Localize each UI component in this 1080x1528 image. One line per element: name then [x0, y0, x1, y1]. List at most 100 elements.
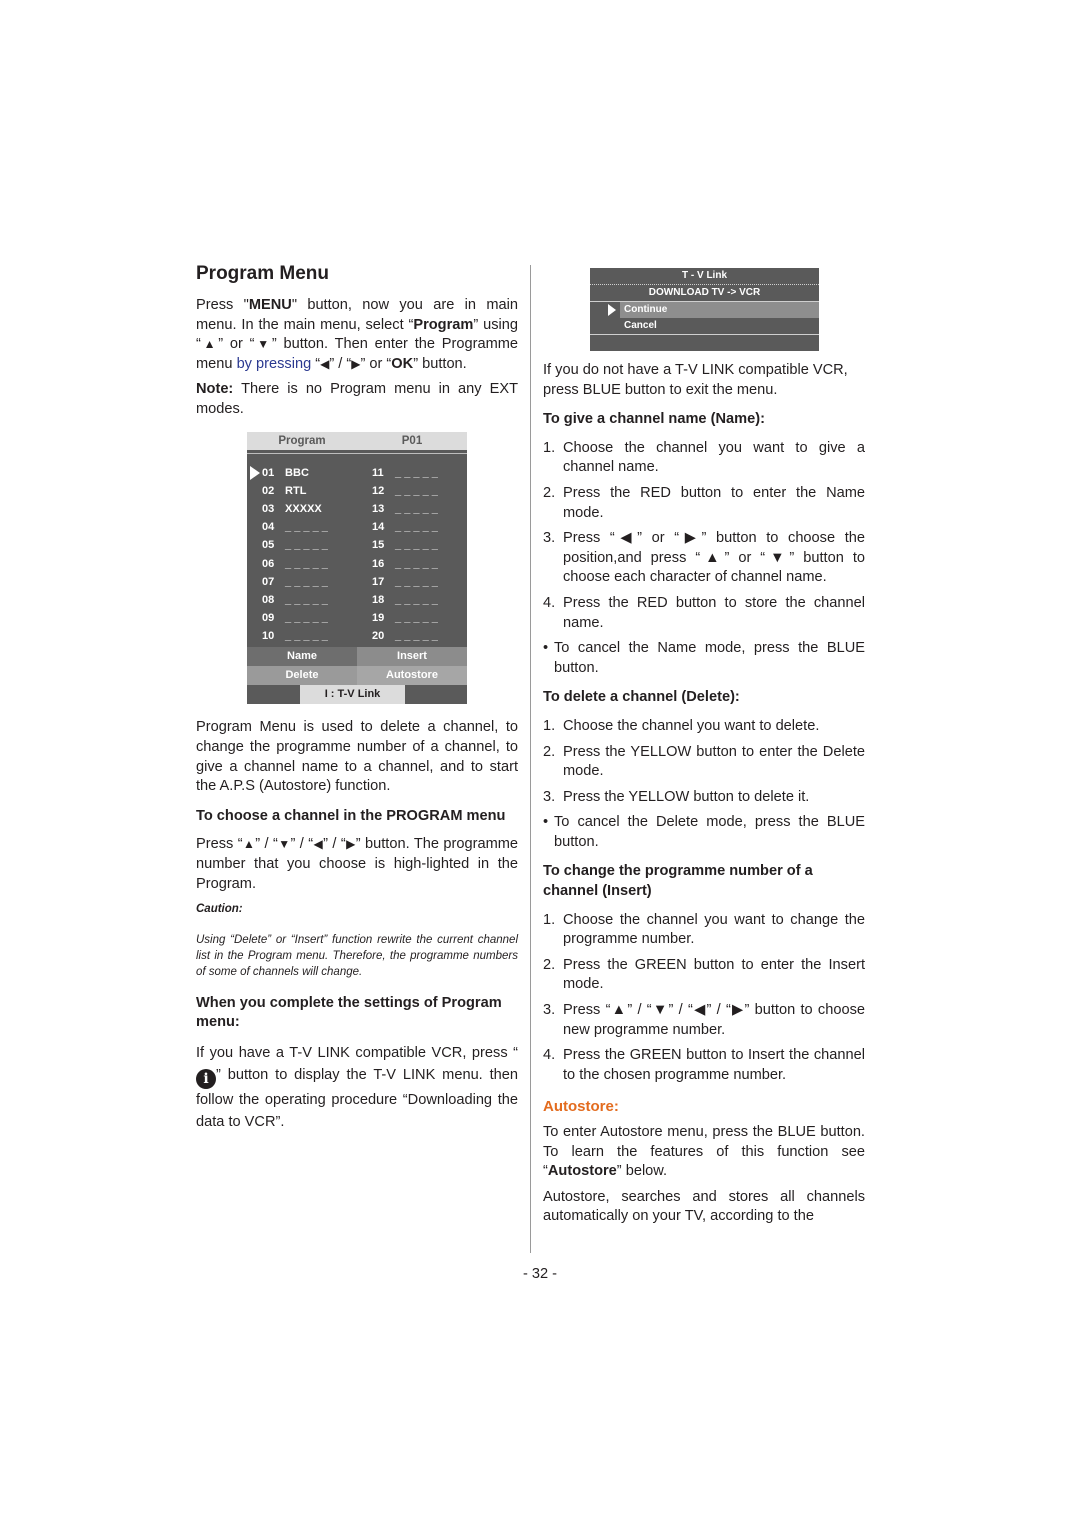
osd-channel-row[interactable]: 14 _ _ _ _ _: [357, 518, 467, 536]
osd-channel-row[interactable]: 20 _ _ _ _ _: [357, 627, 467, 645]
text: “: [311, 355, 321, 372]
caution-text: Using “Delete” or “Insert” function rewr…: [196, 933, 518, 978]
text: ” / “: [323, 836, 346, 853]
channel-number: 13: [372, 502, 385, 515]
text: ” or “: [360, 355, 392, 372]
osd-autostore-button[interactable]: Autostore: [357, 666, 467, 686]
page-number: - 32 -: [522, 1266, 558, 1282]
note-paragraph: Note: There is no Program menu in any EX…: [196, 380, 518, 419]
tv-link-subtitle: DOWNLOAD TV -> VCR: [590, 285, 819, 302]
channel-number: 17: [372, 575, 385, 588]
osd-channel-row[interactable]: 17 _ _ _ _ _: [357, 573, 467, 591]
note-text: There is no Program menu in any EXT mode…: [196, 381, 518, 417]
step-number: 2.: [543, 484, 556, 501]
step-item: 1. Choose the channel you want to give a …: [543, 439, 865, 478]
channel-number: 19: [372, 612, 385, 625]
osd-channel-row[interactable]: 12 _ _ _ _ _: [357, 482, 467, 500]
down-arrow-icon: ▼: [277, 837, 291, 852]
delete-steps-list: 1. Choose the channel you want to delete.…: [543, 717, 865, 807]
autostore-heading: Autostore:: [543, 1098, 619, 1116]
step-text: Choose the channel you want to change th…: [563, 911, 865, 948]
osd-delete-button[interactable]: Delete: [247, 666, 357, 686]
step-number: 3.: [543, 788, 556, 805]
choose-channel-paragraph: Press “▲” / “▼” / “◀” / “▶” button. The …: [196, 835, 518, 894]
note-label: Note:: [196, 381, 234, 398]
channel-name: _ _ _ _ _: [282, 539, 328, 552]
channel-name: _ _ _ _ _: [282, 630, 328, 643]
complete-settings-heading: When you complete the settings of Progra…: [196, 994, 502, 1031]
selection-cursor-icon: [250, 465, 260, 480]
osd-header: Program P01: [247, 431, 467, 450]
step-text: Press the YELLOW button to delete it.: [563, 788, 810, 805]
step-number: 2.: [543, 743, 556, 760]
channel-number: 04: [262, 521, 275, 534]
channel-name: _ _ _ _ _: [392, 466, 438, 479]
name-steps-list: 1. Choose the channel you want to give a …: [543, 439, 865, 633]
osd-footer: I : T-V Link: [247, 685, 467, 705]
step-text: Choose the channel you want to give a ch…: [563, 439, 865, 476]
program-menu-osd: Program P01 01 BBC 02 RTL 03 XXXXX 04 _ _ _…: [247, 431, 467, 705]
text: If you have a T-V LINK compatible VCR, p…: [196, 1044, 518, 1061]
step-text: Press the RED button to enter the Name m…: [563, 484, 865, 521]
caution-title: Caution:: [196, 903, 243, 916]
osd-channel-row[interactable]: 02 RTL: [247, 482, 357, 500]
autostore-bold: Autostore: [547, 1163, 617, 1180]
intro-paragraph: Press "MENU" button, now you are in main…: [196, 296, 518, 374]
right-arrow-icon: ▶: [345, 837, 356, 852]
down-arrow-icon: ▼: [254, 337, 272, 352]
step-text: Choose the channel you want to delete.: [563, 717, 820, 734]
tv-link-option-cancel[interactable]: Cancel: [590, 318, 819, 335]
program-label: Program: [413, 316, 474, 333]
osd-channel-row[interactable]: 07 _ _ _ _ _: [247, 573, 357, 591]
text: ” / “: [329, 355, 352, 372]
right-column: T - V Link DOWNLOAD TV -> VCR Continue C…: [543, 262, 865, 1233]
left-arrow-icon: ◀: [313, 837, 324, 852]
channel-name: XXXXX: [282, 502, 322, 515]
complete-settings-paragraph: If you have a T-V LINK compatible VCR, p…: [196, 1042, 518, 1133]
channel-number: 03: [262, 502, 275, 515]
up-arrow-icon: ▲: [242, 837, 256, 852]
osd-tv-link-hint: I : T-V Link: [300, 685, 405, 705]
text: ” or “: [218, 336, 255, 353]
step-text: Press “◀” or “▶” button to choose the po…: [563, 530, 865, 586]
osd-channel-row[interactable]: 10 _ _ _ _ _: [247, 627, 357, 645]
osd-channel-row[interactable]: 19 _ _ _ _ _: [357, 609, 467, 627]
channel-number: 01: [262, 466, 275, 479]
tv-link-option-continue[interactable]: Continue: [590, 302, 819, 318]
channel-name: RTL: [282, 484, 307, 497]
osd-channel-row[interactable]: 01 BBC: [247, 464, 357, 482]
osd-function-buttons: Name Insert Delete Autostore: [247, 647, 467, 686]
step-text: Press the GREEN button to Insert the cha…: [563, 1047, 865, 1083]
step-text: Press the GREEN button to enter the Inse…: [563, 956, 865, 993]
osd-channel-row[interactable]: 03 XXXXX: [247, 500, 357, 518]
osd-channel-row[interactable]: 05 _ _ _ _ _: [247, 536, 357, 554]
osd-channel-row[interactable]: 15 _ _ _ _ _: [357, 536, 467, 554]
osd-channel-row[interactable]: 06 _ _ _ _ _: [247, 555, 357, 573]
osd-channel-row[interactable]: 16 _ _ _ _ _: [357, 555, 467, 573]
channel-number: 18: [372, 593, 385, 606]
osd-insert-button[interactable]: Insert: [357, 647, 467, 667]
column-divider: [530, 265, 531, 1253]
osd-channel-row[interactable]: 13 _ _ _ _ _: [357, 500, 467, 518]
osd-channel-row[interactable]: 11 _ _ _ _ _: [357, 464, 467, 482]
channel-number: 10: [262, 630, 275, 643]
text: ” below.: [616, 1163, 668, 1180]
osd-channel-row[interactable]: 09 _ _ _ _ _: [247, 609, 357, 627]
name-heading: To give a channel name (Name):: [543, 411, 765, 428]
osd-name-button[interactable]: Name: [247, 647, 357, 667]
channel-name: _ _ _ _ _: [392, 557, 438, 570]
channel-name: _ _ _ _ _: [282, 612, 328, 625]
channel-name: _ _ _ _ _: [392, 630, 438, 643]
channel-name: _ _ _ _ _: [392, 575, 438, 588]
left-column: Program Menu Press "MENU" button, now yo…: [196, 262, 518, 1139]
step-item: 1. Choose the channel you want to delete.: [543, 717, 865, 737]
osd-channel-row[interactable]: 08 _ _ _ _ _: [247, 591, 357, 609]
osd-channel-row[interactable]: 04 _ _ _ _ _: [247, 518, 357, 536]
note-text: To cancel the Name mode, press the BLUE …: [554, 640, 865, 676]
channel-number: 16: [372, 557, 385, 570]
channel-number: 12: [372, 484, 385, 497]
menu-key-label: MENU: [248, 297, 292, 313]
insert-heading: To change the programme number of a chan…: [543, 863, 813, 900]
step-item: 3. Press “◀” or “▶” button to choose the …: [543, 529, 865, 588]
osd-channel-row[interactable]: 18 _ _ _ _ _: [357, 591, 467, 609]
